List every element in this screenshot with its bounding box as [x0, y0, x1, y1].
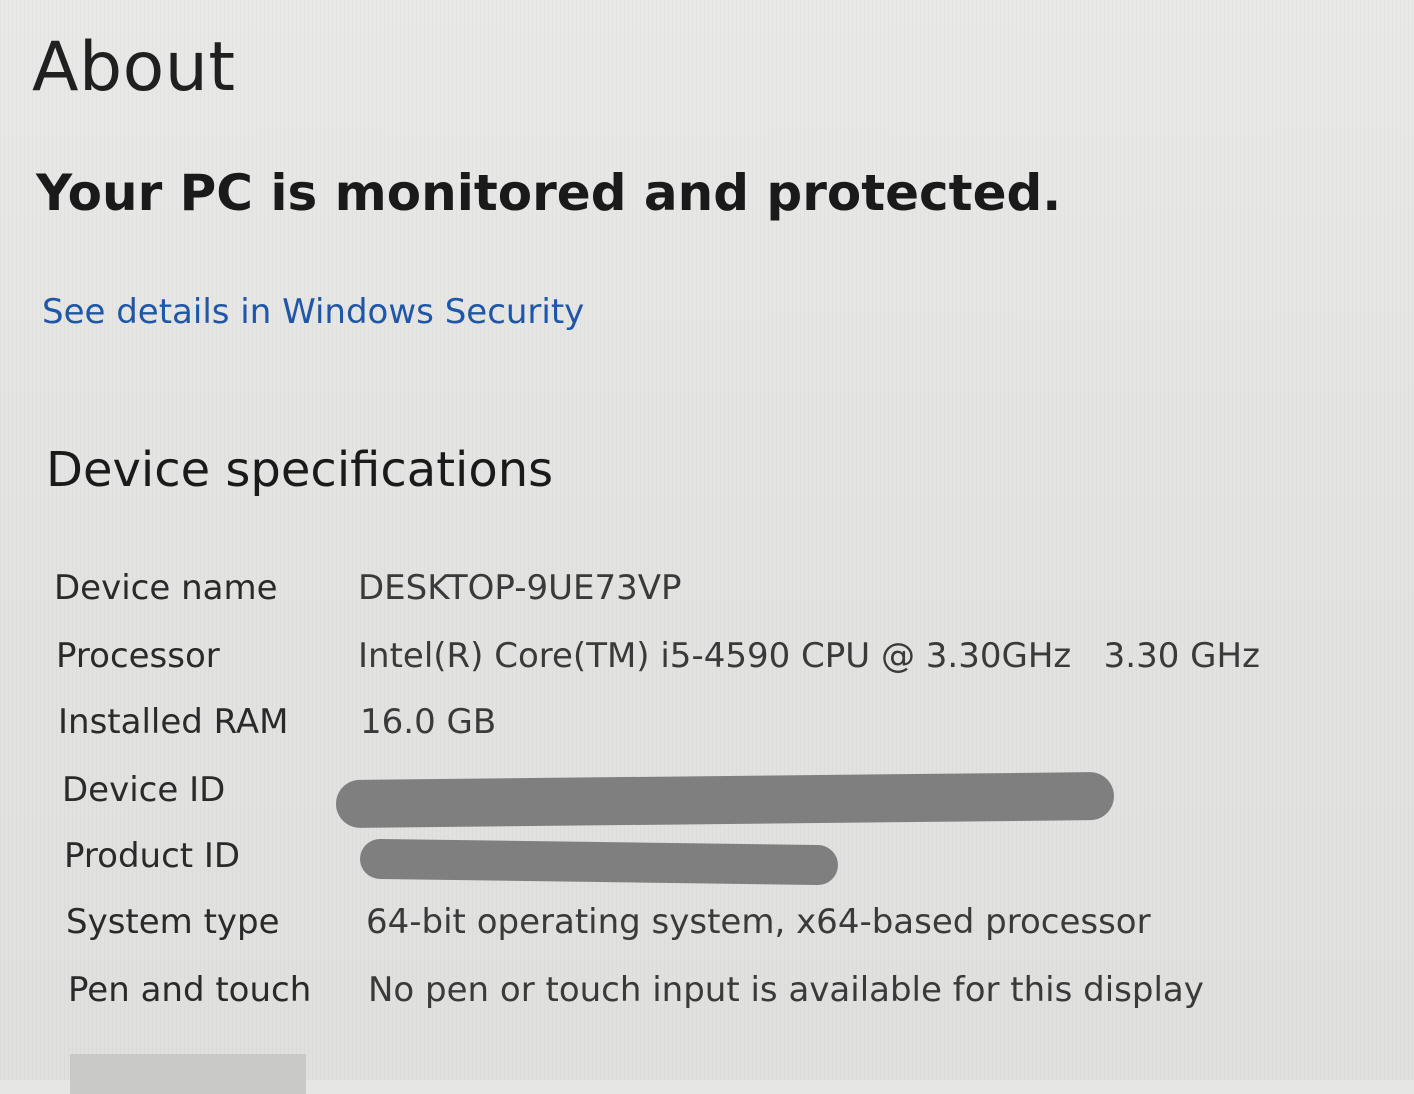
installed-ram-value: 16.0 GB [360, 702, 497, 742]
security-status-heading: Your PC is monitored and protected. [36, 164, 1062, 222]
device-name-value: DESKTOP-9UE73VP [358, 568, 682, 608]
spec-row-device-name: Device name DESKTOP-9UE73VP [54, 568, 1354, 616]
device-name-label: Device name [54, 568, 278, 608]
product-id-redaction [359, 838, 839, 886]
device-id-label: Device ID [62, 770, 226, 810]
pen-and-touch-label: Pen and touch [68, 970, 312, 1010]
settings-window: About Your PC is monitored and protected… [0, 0, 1414, 1094]
system-type-value: 64-bit operating system, x64-based proce… [366, 902, 1151, 942]
copy-button[interactable] [70, 1054, 306, 1094]
device-specifications-heading: Device specifications [46, 442, 554, 498]
system-type-label: System type [66, 902, 280, 942]
windows-security-link[interactable]: See details in Windows Security [42, 292, 584, 332]
processor-label: Processor [56, 636, 220, 676]
spec-row-system-type: System type 64-bit operating system, x64… [66, 902, 1366, 950]
spec-row-pen-and-touch: Pen and touch No pen or touch input is a… [68, 970, 1368, 1018]
pen-and-touch-value: No pen or touch input is available for t… [368, 970, 1204, 1010]
device-id-redaction [335, 771, 1115, 829]
page-title: About [32, 28, 236, 107]
installed-ram-label: Installed RAM [58, 702, 289, 742]
product-id-label: Product ID [64, 836, 241, 876]
spec-row-installed-ram: Installed RAM 16.0 GB [58, 702, 1358, 750]
processor-value: Intel(R) Core(TM) i5-4590 CPU @ 3.30GHz … [358, 636, 1260, 676]
spec-row-processor: Processor Intel(R) Core(TM) i5-4590 CPU … [56, 636, 1356, 684]
